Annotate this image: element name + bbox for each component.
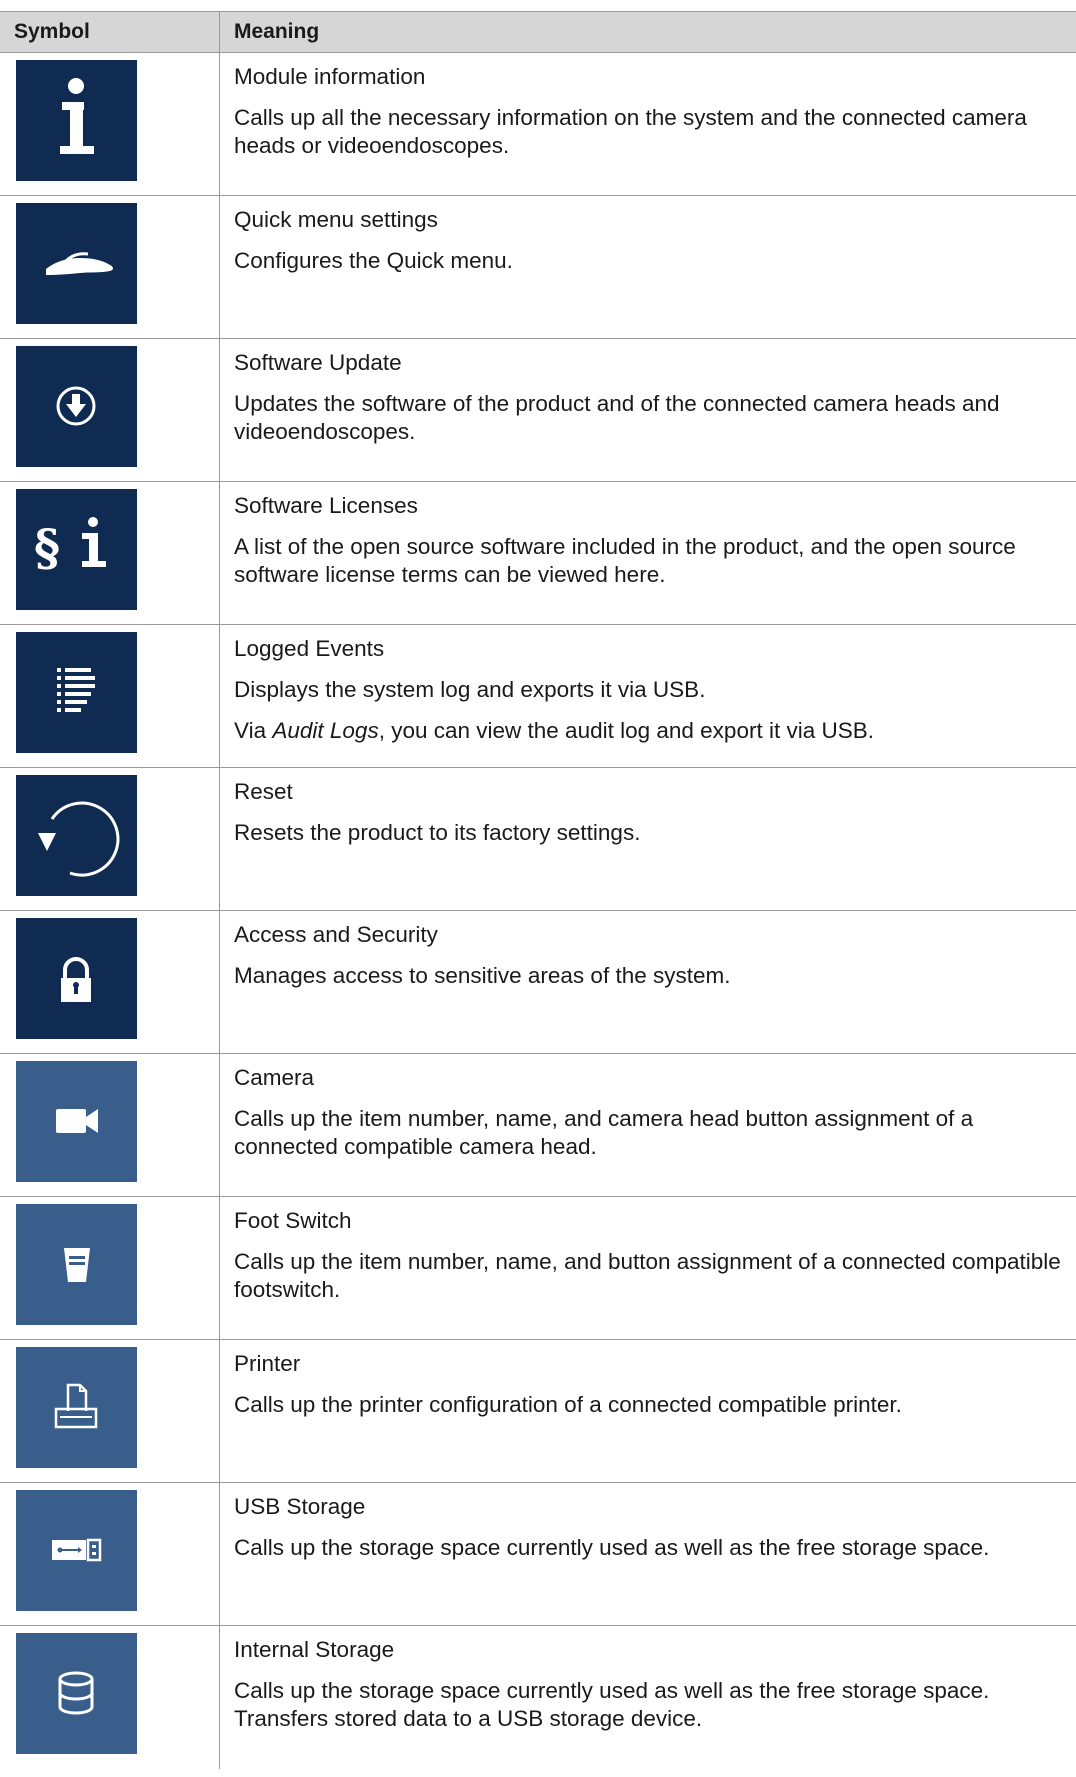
- usb-icon: [16, 1490, 137, 1611]
- download-circle-icon: [16, 346, 137, 467]
- info-icon: [16, 60, 137, 181]
- row-title: Software Licenses: [234, 493, 418, 518]
- row-description: Calls up the printer configuration of a …: [234, 1392, 902, 1417]
- header-meaning: Meaning: [234, 20, 320, 43]
- row-description: Displays the system log and exports it v…: [234, 677, 706, 702]
- row-title: Access and Security: [234, 922, 438, 947]
- row-description-extra: Via Audit Logs, you can view the audit l…: [234, 718, 874, 743]
- row-description: Manages access to sensitive areas of the…: [234, 963, 731, 988]
- row-description: Resets the product to its factory settin…: [234, 820, 641, 845]
- row-title: Logged Events: [234, 636, 385, 661]
- row-description: Calls up the item number, name, and butt…: [234, 1249, 1061, 1302]
- header-symbol: Symbol: [0, 12, 220, 52]
- table-row: Module information Calls up all the nece…: [0, 53, 1076, 196]
- table-row: Access and Security Manages access to se…: [0, 911, 1076, 1054]
- row-title: Software Update: [234, 350, 402, 375]
- table-row: Camera Calls up the item number, name, a…: [0, 1054, 1076, 1197]
- row-description: Updates the software of the product and …: [234, 391, 1000, 444]
- table-row: § Software Licenses A list of the open s…: [0, 482, 1076, 625]
- camera-icon: [16, 1061, 137, 1182]
- hand-icon: [16, 203, 137, 324]
- row-description: Calls up the storage space currently use…: [234, 1535, 990, 1560]
- symbol-table: Symbol Meaning Module information Calls …: [0, 11, 1076, 1769]
- foot-switch-icon: [16, 1204, 137, 1325]
- row-title: Internal Storage: [234, 1637, 395, 1662]
- table-row: USB Storage Calls up the storage space c…: [0, 1483, 1076, 1626]
- table-row: Printer Calls up the printer configurati…: [0, 1340, 1076, 1483]
- row-title: USB Storage: [234, 1494, 366, 1519]
- lock-icon: [16, 918, 137, 1039]
- table-row: Foot Switch Calls up the item number, na…: [0, 1197, 1076, 1340]
- row-title: Reset: [234, 779, 293, 804]
- table-row: Reset Resets the product to its factory …: [0, 768, 1076, 911]
- table-row: Quick menu settings Configures the Quick…: [0, 196, 1076, 339]
- row-title: Module information: [234, 64, 426, 89]
- table-row: Software Update Updates the software of …: [0, 339, 1076, 482]
- row-description: Configures the Quick menu.: [234, 248, 513, 273]
- row-title: Quick menu settings: [234, 207, 438, 232]
- license-icon: §: [16, 489, 137, 610]
- table-row: Internal Storage Calls up the storage sp…: [0, 1626, 1076, 1769]
- row-title: Printer: [234, 1351, 301, 1376]
- row-description: A list of the open source software inclu…: [234, 534, 1016, 587]
- reset-icon: [16, 775, 137, 896]
- audit-logs-term: Audit Logs: [272, 718, 379, 743]
- printer-icon: [16, 1347, 137, 1468]
- database-icon: [16, 1633, 137, 1754]
- row-title: Foot Switch: [234, 1208, 352, 1233]
- row-description: Calls up all the necessary information o…: [234, 105, 1027, 158]
- row-description: Calls up the item number, name, and came…: [234, 1106, 974, 1159]
- svg-text:§: §: [34, 518, 60, 577]
- row-description: Calls up the storage space currently use…: [234, 1678, 990, 1731]
- row-title: Camera: [234, 1065, 315, 1090]
- table-row: Logged Events Displays the system log an…: [0, 625, 1076, 768]
- list-icon: [16, 632, 137, 753]
- table-header: Symbol Meaning: [0, 12, 1076, 53]
